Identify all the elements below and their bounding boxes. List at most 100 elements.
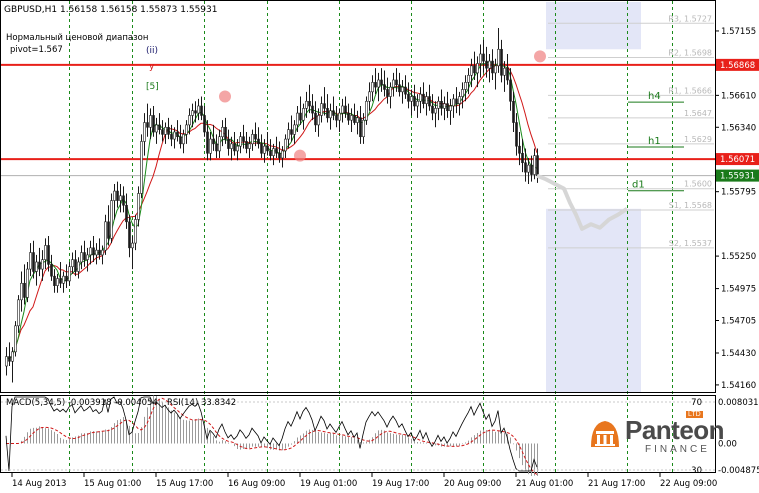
price-tick-label-2: 1.56340 (721, 123, 756, 133)
level-label-h4: h4 (648, 91, 661, 102)
candle-body-34 (107, 221, 110, 239)
price-tick-label-4: 1.55250 (721, 252, 756, 262)
candle-body-101 (308, 100, 311, 107)
candle-body-50 (155, 124, 158, 133)
candle-body-11 (38, 261, 41, 270)
candle-body-71 (218, 136, 221, 152)
candle-body-109 (332, 110, 335, 116)
candle-body-119 (362, 119, 365, 138)
time-tick-label-1: 15 Aug 01:00 (84, 479, 141, 489)
candle-body-160 (485, 60, 488, 69)
candle-body-163 (494, 65, 497, 74)
pivot-level-label-4: 1.5629 (684, 135, 712, 144)
candle-body-108 (329, 110, 332, 119)
candle-body-39 (122, 195, 125, 206)
time-tick-label-6: 20 Aug 09:00 (444, 479, 501, 489)
candle-body-107 (326, 108, 329, 119)
candle-body-102 (311, 105, 314, 114)
candle-body-10 (35, 261, 38, 272)
candle-body-81 (248, 143, 251, 149)
candle-body-153 (464, 82, 467, 90)
rsi-label: RSI(14) 33.8342 (167, 398, 236, 408)
price-badge-label-0: 1.56868 (720, 61, 755, 71)
candle-body-158 (479, 53, 482, 64)
candle-body-157 (476, 63, 479, 74)
time-tick-label-0: 14 Aug 2013 (12, 479, 66, 489)
candle-body-133 (404, 86, 407, 95)
note-range: Нормальный ценовой диапазон (6, 33, 148, 43)
candle-body-123 (374, 82, 377, 88)
candle-body-25 (80, 252, 83, 263)
candle-body-162 (491, 60, 494, 74)
candle-body-148 (449, 105, 452, 112)
price-tick-label-5: 1.54975 (721, 285, 756, 295)
candle-body-68 (209, 138, 212, 154)
level-label-h1: h1 (648, 136, 661, 147)
candle-body-98 (299, 112, 302, 121)
candle-body-104 (317, 115, 320, 126)
candle-body-59 (182, 134, 185, 145)
candle-body-31 (98, 249, 101, 256)
candle-body-150 (455, 98, 458, 104)
candle-body-129 (392, 79, 395, 88)
candle-body-18 (59, 278, 62, 284)
panteon-logo: Panteon FINANCE LTD (587, 411, 725, 461)
candle-body-151 (458, 96, 461, 104)
candle-body-142 (431, 105, 434, 114)
candle-body-38 (119, 195, 122, 201)
candle-body-124 (377, 79, 380, 88)
candle-body-130 (395, 79, 398, 86)
price-badge-label-2: 1.55931 (720, 172, 755, 182)
candle-body-20 (65, 275, 68, 282)
candle-body-149 (452, 98, 455, 107)
candle-body-64 (197, 105, 200, 114)
candle-body-82 (251, 134, 254, 145)
candle-body-27 (86, 254, 89, 260)
candle-body-77 (236, 145, 239, 152)
candle-body-170 (515, 122, 518, 147)
candle-body-69 (212, 138, 215, 145)
candle-body-86 (263, 145, 266, 154)
logo-ltd-badge: LTD (686, 411, 703, 418)
candle-body-89 (272, 148, 275, 156)
candle-body-146 (443, 103, 446, 109)
pivot-level-label-1: R2, 1.5698 (668, 49, 712, 58)
candle-body-24 (77, 261, 80, 272)
candle-body-8 (29, 252, 32, 270)
candle-body-63 (194, 110, 197, 114)
price-tick-label-7: 1.54430 (721, 349, 756, 359)
candle-body-66 (203, 115, 206, 133)
candle-body-52 (161, 129, 164, 135)
candle-body-67 (206, 131, 209, 154)
candle-body-29 (92, 247, 95, 256)
candle-body-88 (269, 150, 272, 156)
candle-body-177 (536, 155, 539, 177)
time-tick-label-3: 16 Aug 09:00 (228, 479, 285, 489)
time-tick-label-4: 19 Aug 01:00 (300, 479, 357, 489)
candle-body-110 (335, 115, 338, 121)
swing-marker-2 (534, 50, 546, 63)
candle-body-114 (347, 112, 350, 121)
candle-body-164 (497, 48, 500, 67)
candle-body-166 (503, 67, 506, 76)
candle-body-55 (170, 134, 173, 140)
candle-body-132 (401, 86, 404, 93)
candle-body-92 (281, 150, 284, 159)
price-tick-label-0: 1.57155 (721, 27, 756, 37)
candle-body-2 (11, 351, 14, 362)
candle-body-44 (137, 193, 140, 220)
price-tick-label-3: 1.55795 (721, 188, 756, 198)
candle-body-144 (437, 100, 440, 109)
candle-body-49 (152, 115, 155, 133)
candle-body-167 (506, 67, 509, 81)
macd-tick-label-2: -0.004875 (718, 466, 759, 476)
candle-body-87 (266, 145, 269, 152)
candle-body-78 (239, 136, 242, 147)
pivot-level-label-5: 1.5600 (684, 180, 712, 189)
macd-label: MACD(5,34,5) -0.003918 -0.004054 (6, 398, 158, 408)
candle-body-105 (320, 103, 323, 116)
pivot-zone-upper (546, 2, 641, 50)
candle-body-76 (233, 143, 236, 152)
candle-body-26 (83, 252, 86, 260)
candle-body-172 (521, 152, 524, 164)
